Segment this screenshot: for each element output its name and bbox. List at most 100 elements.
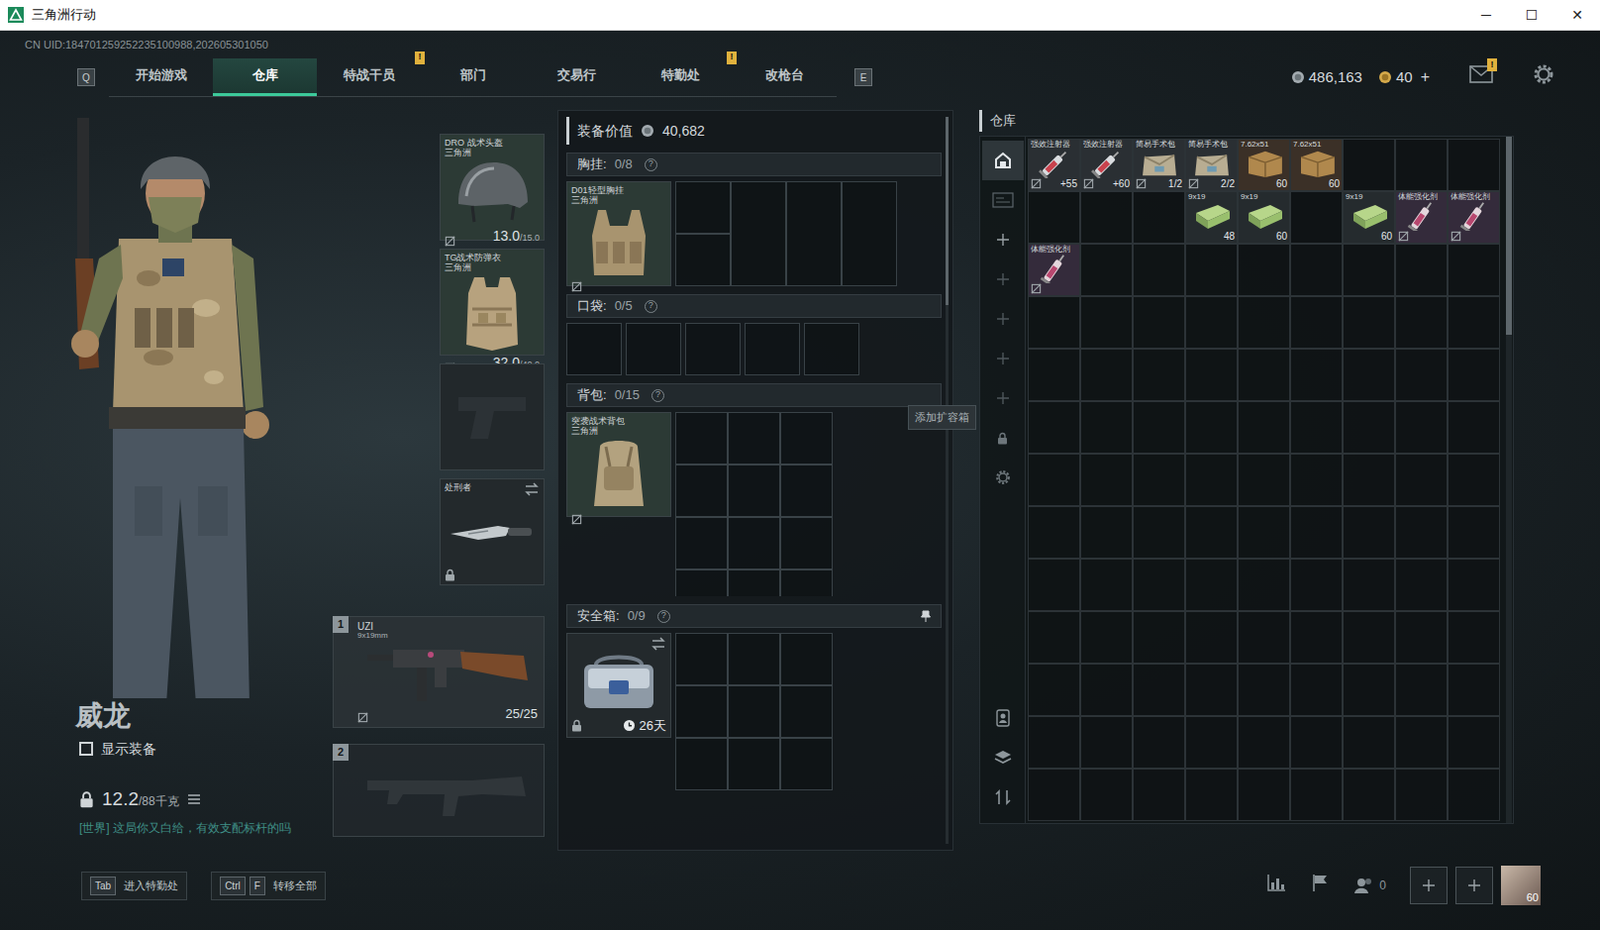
minimize-button[interactable]: ─ <box>1463 0 1509 31</box>
storage-cell[interactable] <box>1185 610 1238 664</box>
storage-cell[interactable] <box>1027 348 1081 401</box>
nav-tab[interactable]: 特战干员! <box>316 58 421 97</box>
container-slot[interactable] <box>730 181 787 287</box>
storage-cell[interactable] <box>1132 243 1186 297</box>
nav-tab[interactable]: 改枪台 <box>732 58 837 97</box>
storage-cell[interactable] <box>1290 191 1343 244</box>
melee-card[interactable]: 处刑者 <box>440 479 544 585</box>
show-gear-toggle[interactable]: 显示装备 <box>9 738 325 760</box>
storage-cell[interactable] <box>1342 138 1396 192</box>
storage-cell[interactable] <box>1027 191 1081 244</box>
storage-cell[interactable] <box>1395 610 1448 664</box>
storage-cell[interactable] <box>1237 348 1291 401</box>
storage-cell[interactable]: 简易手术包2/2 <box>1185 138 1238 192</box>
storage-cell[interactable] <box>1342 400 1396 454</box>
storage-cell[interactable] <box>1395 243 1448 297</box>
add-page-button[interactable] <box>982 378 1024 418</box>
tab-label[interactable]: 仓库 <box>252 65 279 86</box>
storage-cell[interactable]: 9x1960 <box>1342 191 1396 244</box>
container-slot[interactable] <box>727 464 781 517</box>
storage-cell[interactable] <box>1132 191 1186 244</box>
close-button[interactable]: ✕ <box>1554 0 1600 31</box>
add-page-button[interactable] <box>982 338 1024 379</box>
container-slot[interactable] <box>675 181 731 234</box>
invite-slot[interactable] <box>1455 866 1494 904</box>
container-slot[interactable] <box>727 685 781 738</box>
storage-cell[interactable] <box>1395 715 1448 769</box>
q-key[interactable]: Q <box>77 68 96 87</box>
safe-item-card[interactable]: 26天 <box>566 632 672 738</box>
storage-cell[interactable]: 7.62x5160 <box>1237 138 1291 192</box>
storage-cell[interactable] <box>1447 558 1500 611</box>
storage-cell[interactable] <box>1132 715 1186 769</box>
storage-cell[interactable] <box>1290 715 1343 769</box>
add-page-button[interactable] <box>982 299 1024 339</box>
storage-cell[interactable] <box>1027 610 1081 664</box>
stash-item[interactable]: 强效注射器+55 <box>1028 139 1080 191</box>
backpack-item-card[interactable]: 突袭战术背包三角洲 <box>566 411 672 517</box>
storage-cell[interactable] <box>1080 558 1133 611</box>
storage-cell[interactable] <box>1290 453 1343 506</box>
storage-cell[interactable] <box>1447 610 1500 664</box>
storage-cell[interactable] <box>1080 400 1133 454</box>
storage-cell[interactable] <box>1027 400 1081 454</box>
storage-cell[interactable] <box>1290 296 1343 349</box>
tab-label[interactable]: 部门 <box>460 65 487 86</box>
storage-cell[interactable] <box>1342 768 1396 821</box>
container-slot[interactable] <box>675 737 728 791</box>
storage-cell[interactable]: 体能强化剂 <box>1027 243 1081 297</box>
pistol-slot[interactable] <box>439 363 545 471</box>
container-slot[interactable] <box>675 569 728 597</box>
storage-cell[interactable] <box>1342 348 1396 401</box>
help-button[interactable]: ? <box>651 389 665 402</box>
storage-cell[interactable] <box>1027 768 1081 821</box>
storage-cell[interactable] <box>1395 663 1448 716</box>
storage-cell[interactable] <box>1080 768 1133 821</box>
storage-cell[interactable] <box>1080 715 1133 769</box>
container-slot[interactable] <box>780 464 833 517</box>
container-slot[interactable] <box>727 411 781 465</box>
storage-cell[interactable] <box>1237 296 1291 349</box>
storage-cell[interactable] <box>1395 296 1448 349</box>
storage-cell[interactable] <box>1185 453 1238 506</box>
storage-cell[interactable] <box>1342 243 1396 297</box>
storage-cell[interactable] <box>1395 348 1448 401</box>
helmet-slot[interactable]: DRO 战术头盔三角洲13.0/15.0 <box>439 133 545 241</box>
key-hint[interactable]: Tab进入特勤处 <box>81 871 188 900</box>
add-tickets-button[interactable]: + <box>1420 65 1430 90</box>
storage-cell[interactable]: 强效注射器+60 <box>1080 138 1133 192</box>
nav-tab[interactable]: 交易行 <box>524 58 629 97</box>
storage-cell[interactable] <box>1185 296 1238 349</box>
storage-cell[interactable] <box>1447 505 1500 559</box>
stash-item[interactable]: 9x1948 <box>1186 192 1237 243</box>
container-slot[interactable] <box>786 181 842 287</box>
storage-cell[interactable] <box>1237 400 1291 454</box>
container-slot[interactable] <box>675 233 731 287</box>
container-slot[interactable] <box>675 516 728 570</box>
storage-cell[interactable] <box>1342 296 1396 349</box>
settings-button[interactable] <box>982 457 1024 498</box>
stats-button[interactable] <box>1266 873 1287 898</box>
chest-item-card[interactable]: D01轻型胸挂三角洲 <box>566 181 672 287</box>
storage-cell[interactable] <box>1447 453 1500 506</box>
add-page-button[interactable] <box>982 259 1024 300</box>
storage-cell[interactable] <box>1395 768 1448 821</box>
storage-cell[interactable] <box>1290 348 1343 401</box>
scroll-thumb[interactable] <box>1505 136 1512 335</box>
storage-cell[interactable] <box>1132 400 1186 454</box>
storage-cell[interactable] <box>1342 663 1396 716</box>
storage-cell[interactable] <box>1395 558 1448 611</box>
container-slot[interactable] <box>727 516 781 570</box>
storage-cell[interactable] <box>1132 505 1186 559</box>
storage-cell[interactable] <box>1027 453 1081 506</box>
loadout-scrollbar[interactable] <box>945 116 949 844</box>
container-slot[interactable] <box>685 322 741 376</box>
storage-cell[interactable] <box>1185 243 1238 297</box>
storage-cell[interactable] <box>1027 558 1081 611</box>
help-button[interactable]: ? <box>657 609 671 623</box>
storage-cell[interactable] <box>1290 400 1343 454</box>
help-button[interactable]: ? <box>644 300 658 313</box>
stash-item[interactable]: 强效注射器+60 <box>1081 139 1132 191</box>
storage-cell[interactable] <box>1342 715 1396 769</box>
storage-cell[interactable]: 体能强化剂 <box>1395 191 1448 244</box>
